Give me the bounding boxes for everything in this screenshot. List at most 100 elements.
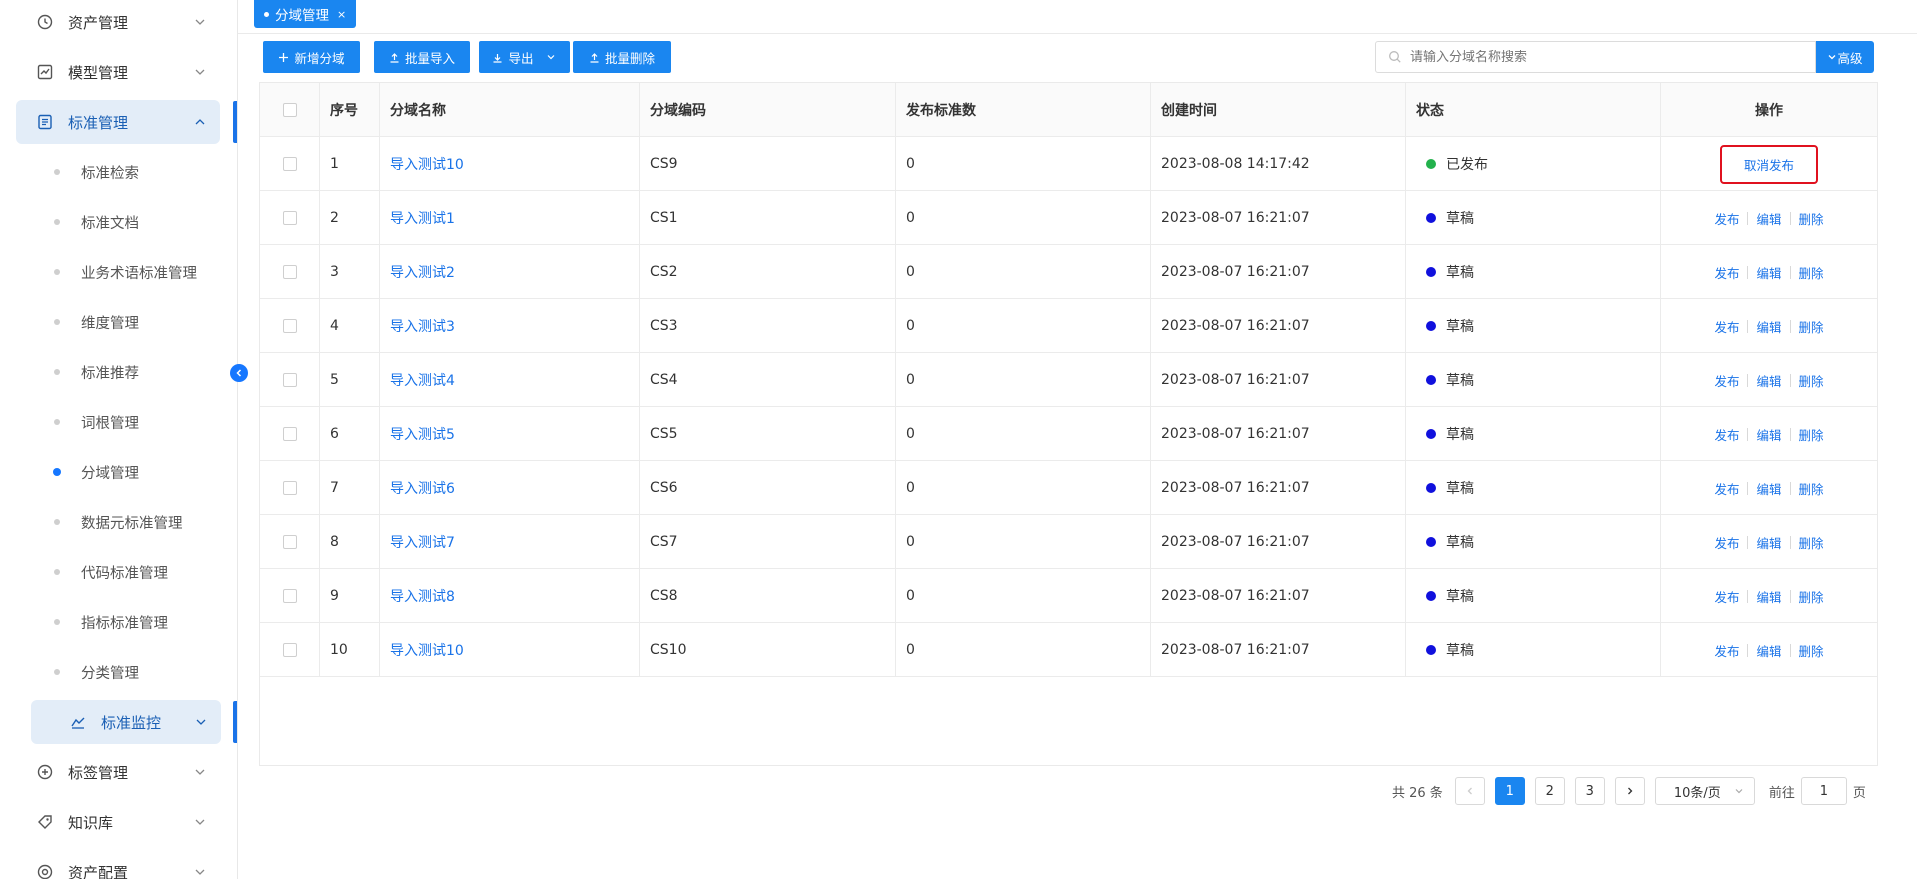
publish-button[interactable]: 发布	[1714, 371, 1739, 390]
row-select-cell	[260, 407, 320, 461]
sub-item-dimension[interactable]: 维度管理	[16, 300, 220, 344]
batch-import-button[interactable]: 批量导入	[374, 41, 470, 73]
publish-button[interactable]: 发布	[1714, 425, 1739, 444]
sub-item-root-words[interactable]: 词根管理	[16, 400, 220, 444]
cell-count: 0	[896, 299, 1151, 353]
edit-button[interactable]: 编辑	[1756, 641, 1781, 660]
delete-button[interactable]: 删除	[1799, 533, 1824, 552]
sub-item-standard-search[interactable]: 标准检索	[16, 150, 220, 194]
edit-button[interactable]: 编辑	[1756, 263, 1781, 282]
domain-name-link[interactable]: 导入测试10	[380, 137, 640, 191]
edit-button[interactable]: 编辑	[1756, 533, 1781, 552]
delete-button[interactable]: 删除	[1799, 587, 1824, 606]
domain-name-link[interactable]: 导入测试10	[380, 623, 640, 677]
domain-name-link[interactable]: 导入测试1	[380, 191, 640, 245]
goto-page-input[interactable]: 1	[1800, 777, 1847, 805]
advanced-search-button[interactable]: 高级	[1816, 41, 1874, 73]
edit-button[interactable]: 编辑	[1756, 479, 1781, 498]
edit-button[interactable]: 编辑	[1756, 209, 1781, 228]
edit-button[interactable]: 编辑	[1756, 425, 1781, 444]
sub-item-data-element[interactable]: 数据元标准管理	[16, 500, 220, 544]
delete-button[interactable]: 删除	[1799, 371, 1824, 390]
domain-name-link[interactable]: 导入测试7	[380, 515, 640, 569]
cell-created: 2023-08-07 16:21:07	[1151, 299, 1406, 353]
row-checkbox[interactable]	[282, 319, 297, 333]
publish-button[interactable]: 发布	[1714, 479, 1739, 498]
status-cell: 草稿	[1406, 353, 1661, 407]
sub-item-standard-docs[interactable]: 标准文档	[16, 200, 220, 244]
row-checkbox[interactable]	[282, 643, 297, 657]
tab-label: 分域管理	[275, 8, 329, 24]
publish-button[interactable]: 发布	[1714, 641, 1739, 660]
collapse-sidebar-button[interactable]	[230, 364, 248, 382]
chevron-down-icon	[192, 764, 208, 780]
publish-button[interactable]: 发布	[1714, 209, 1739, 228]
row-checkbox[interactable]	[282, 211, 297, 225]
divider	[1789, 589, 1791, 603]
menu-knowledge-base[interactable]: 知识库	[16, 800, 220, 844]
row-checkbox[interactable]	[282, 157, 297, 171]
prev-page-button[interactable]	[1454, 777, 1485, 805]
row-checkbox[interactable]	[282, 535, 297, 549]
publish-button[interactable]: 发布	[1714, 263, 1739, 282]
close-icon[interactable]: ×	[337, 8, 346, 21]
page-size-select[interactable]: 10条/页	[1654, 777, 1755, 805]
publish-button[interactable]: 发布	[1714, 533, 1739, 552]
delete-button[interactable]: 删除	[1799, 209, 1824, 228]
menu-label: 知识库	[68, 813, 114, 832]
delete-button[interactable]: 删除	[1799, 641, 1824, 660]
sub-item-metric-standard[interactable]: 指标标准管理	[16, 600, 220, 644]
publish-button[interactable]: 发布	[1714, 587, 1739, 606]
domain-name-link[interactable]: 导入测试6	[380, 461, 640, 515]
row-checkbox[interactable]	[282, 481, 297, 495]
domain-name-link[interactable]: 导入测试4	[380, 353, 640, 407]
menu-model-management[interactable]: 模型管理	[16, 50, 220, 94]
row-checkbox[interactable]	[282, 427, 297, 441]
row-checkbox[interactable]	[282, 373, 297, 387]
sub-item-business-terms[interactable]: 业务术语标准管理	[16, 250, 220, 294]
menu-tag-management[interactable]: 标签管理	[16, 750, 220, 794]
batch-delete-button[interactable]: 批量删除	[573, 41, 671, 73]
chevron-down-icon	[192, 814, 208, 830]
page-button-3[interactable]: 3	[1574, 777, 1605, 805]
row-checkbox[interactable]	[282, 589, 297, 603]
edit-button[interactable]: 编辑	[1756, 587, 1781, 606]
tab-domain-management[interactable]: 分域管理 ×	[254, 0, 357, 28]
delete-button[interactable]: 删除	[1799, 317, 1824, 336]
cancel-publish-button[interactable]: 取消发布	[1744, 158, 1794, 173]
menu-standard-monitor[interactable]: 标准监控	[31, 700, 221, 744]
delete-button[interactable]: 删除	[1799, 263, 1824, 282]
add-domain-button[interactable]: 新增分域	[263, 41, 360, 73]
domain-name-link[interactable]: 导入测试5	[380, 407, 640, 461]
sub-item-category[interactable]: 分类管理	[16, 650, 220, 694]
cell-index: 4	[320, 299, 380, 353]
menu-asset-management[interactable]: 资产管理	[16, 0, 220, 44]
cell-index: 1	[320, 137, 380, 191]
menu-standard-management[interactable]: 标准管理	[16, 100, 220, 144]
search-input[interactable]	[1410, 49, 1810, 65]
sub-item-recommend[interactable]: 标准推荐	[16, 350, 220, 394]
page-button-2[interactable]: 2	[1534, 777, 1565, 805]
sub-item-domain[interactable]: 分域管理	[16, 450, 220, 494]
edit-button[interactable]: 编辑	[1756, 371, 1781, 390]
delete-button[interactable]: 删除	[1799, 425, 1824, 444]
select-all-checkbox[interactable]	[282, 103, 297, 117]
page-button-1[interactable]: 1	[1494, 777, 1525, 805]
batch-delete-label: 批量删除	[604, 50, 655, 66]
menu-asset-config[interactable]: 资产配置	[16, 850, 220, 879]
status-cell: 草稿	[1406, 245, 1661, 299]
delete-button[interactable]: 删除	[1799, 479, 1824, 498]
export-button[interactable]: 导出	[479, 41, 570, 73]
domain-name-link[interactable]: 导入测试3	[380, 299, 640, 353]
next-page-button[interactable]	[1614, 777, 1645, 805]
ops-cell: 取消发布	[1661, 137, 1877, 191]
domain-name-link[interactable]: 导入测试8	[380, 569, 640, 623]
row-checkbox[interactable]	[282, 265, 297, 279]
cell-code: CS2	[640, 245, 896, 299]
edit-button[interactable]: 编辑	[1756, 317, 1781, 336]
domain-name-link[interactable]: 导入测试2	[380, 245, 640, 299]
publish-button[interactable]: 发布	[1714, 317, 1739, 336]
sub-item-code-standard[interactable]: 代码标准管理	[16, 550, 220, 594]
row-select-cell	[260, 191, 320, 245]
cell-code: CS4	[640, 353, 896, 407]
